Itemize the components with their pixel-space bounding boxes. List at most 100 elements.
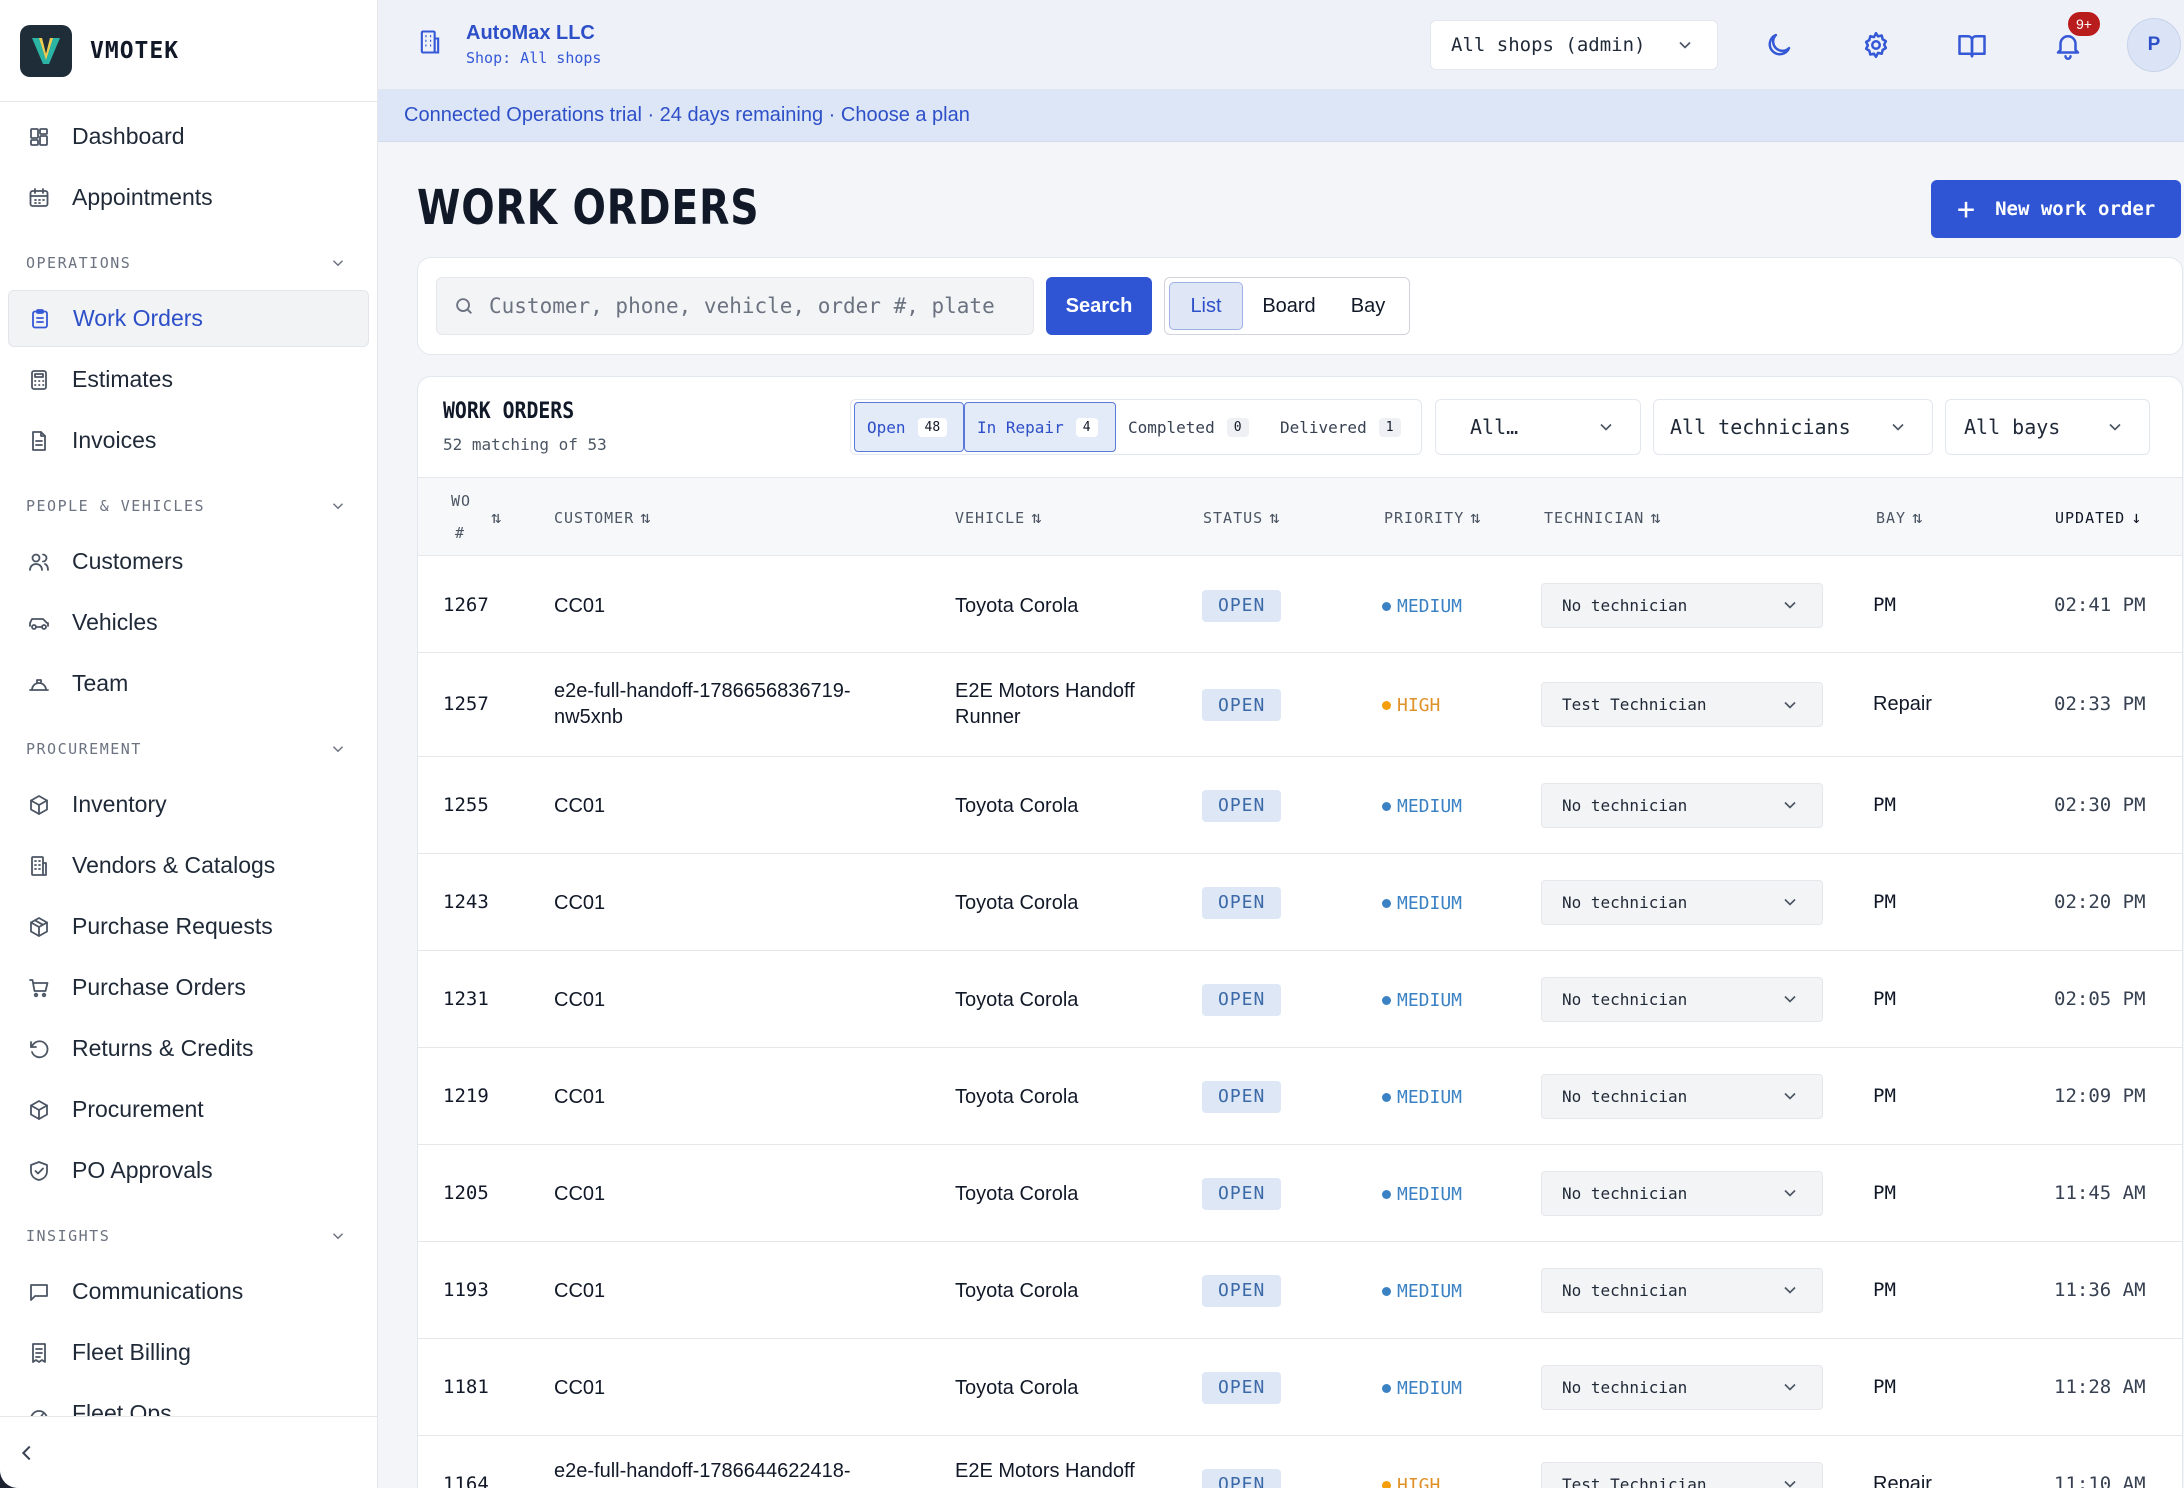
table-row[interactable]: 1255 CC01 Toyota Corola OPEN MEDIUM No t… xyxy=(418,757,2182,854)
wo-number[interactable]: 1257 xyxy=(443,693,489,715)
customer-name[interactable]: CC01 xyxy=(554,987,894,1013)
sidebar-item-vehicles[interactable]: Vehicles xyxy=(0,592,377,653)
column-technician[interactable]: TECHNICIAN ⇅ xyxy=(1544,508,1662,528)
sidebar-item-returns-and-credits[interactable]: Returns & Credits xyxy=(0,1018,377,1079)
status-tab-completed[interactable]: Completed 0 xyxy=(1116,402,1268,452)
vehicle-name[interactable]: Toyota Corola xyxy=(955,593,1165,619)
vehicle-name[interactable]: E2E Motors Handoff Runner xyxy=(955,678,1165,730)
wo-number[interactable]: 1193 xyxy=(443,1279,489,1301)
technician-filter-select[interactable]: All technicians xyxy=(1653,399,1933,455)
vehicle-name[interactable]: Toyota Corola xyxy=(955,987,1165,1013)
search-box[interactable] xyxy=(436,277,1034,335)
wo-number[interactable]: 1243 xyxy=(443,891,489,913)
dark-mode-toggle[interactable] xyxy=(1761,27,1797,63)
column-customer[interactable]: CUSTOMER ⇅ xyxy=(554,508,652,528)
column-updated[interactable]: UPDATED ↓ xyxy=(2055,508,2142,528)
customer-name[interactable]: CC01 xyxy=(554,1084,894,1110)
technician-select[interactable]: No technician xyxy=(1541,976,1823,1022)
wo-number[interactable]: 1219 xyxy=(443,1085,489,1107)
sidebar-item-invoices[interactable]: Invoices xyxy=(0,410,377,471)
table-row[interactable]: 1267 CC01 Toyota Corola OPEN MEDIUM No t… xyxy=(418,558,2182,653)
vehicle-name[interactable]: Toyota Corola xyxy=(955,890,1165,916)
sidebar-item-procurement[interactable]: Procurement xyxy=(0,1079,377,1140)
wo-number[interactable]: 1181 xyxy=(443,1376,489,1398)
vehicle-name[interactable]: Toyota Corola xyxy=(955,1181,1165,1207)
docs-button[interactable] xyxy=(1954,27,1990,63)
company-switcher[interactable]: AutoMax LLC Shop: All shops xyxy=(466,22,601,67)
table-row[interactable]: 1231 CC01 Toyota Corola OPEN MEDIUM No t… xyxy=(418,951,2182,1048)
wo-number[interactable]: 1231 xyxy=(443,988,489,1010)
customer-name[interactable]: e2e-full-handoff-1786656836719-nw5xnb xyxy=(554,678,894,730)
sidebar-item-po-approvals[interactable]: PO Approvals xyxy=(0,1140,377,1201)
table-row[interactable]: 1219 CC01 Toyota Corola OPEN MEDIUM No t… xyxy=(418,1048,2182,1145)
technician-select[interactable]: Test Technician xyxy=(1541,682,1823,727)
trial-banner[interactable]: Connected Operations trial · 24 days rem… xyxy=(378,90,2184,142)
status-tab-delivered[interactable]: Delivered 1 xyxy=(1268,402,1418,452)
column-status[interactable]: STATUS ⇅ xyxy=(1203,508,1280,528)
sidebar-item-communications[interactable]: Communications xyxy=(0,1261,377,1322)
technician-select[interactable]: Test Technician xyxy=(1541,1461,1823,1488)
customer-name[interactable]: CC01 xyxy=(554,793,894,819)
view-list-tab[interactable]: List xyxy=(1169,282,1243,330)
customer-name[interactable]: CC01 xyxy=(554,1181,894,1207)
sidebar-section-operations[interactable]: OPERATIONS xyxy=(0,238,377,288)
collapse-sidebar-button[interactable] xyxy=(0,1416,377,1488)
sidebar-item-team[interactable]: Team xyxy=(0,653,377,714)
sidebar-item-purchase-orders[interactable]: Purchase Orders xyxy=(0,957,377,1018)
table-row[interactable]: 1205 CC01 Toyota Corola OPEN MEDIUM No t… xyxy=(418,1145,2182,1242)
technician-select[interactable]: No technician xyxy=(1541,1364,1823,1410)
vehicle-name[interactable]: Toyota Corola xyxy=(955,793,1165,819)
wo-number[interactable]: 1255 xyxy=(443,794,489,816)
technician-select[interactable]: No technician xyxy=(1541,582,1823,628)
wo-number[interactable]: 1267 xyxy=(443,594,489,616)
sidebar-item-work-orders[interactable]: Work Orders xyxy=(8,290,369,347)
sidebar-item-estimates[interactable]: Estimates xyxy=(0,349,377,410)
vmotek-logo[interactable] xyxy=(20,24,72,77)
vehicle-name[interactable]: Toyota Corola xyxy=(955,1278,1165,1304)
status-tab-open[interactable]: Open 48 xyxy=(854,402,964,452)
column-wo[interactable]: WO # xyxy=(451,492,471,542)
sidebar-item-purchase-requests[interactable]: Purchase Requests xyxy=(0,896,377,957)
vehicle-name[interactable]: Toyota Corola xyxy=(955,1375,1165,1401)
vehicle-name[interactable]: E2E Motors Handoff xyxy=(955,1458,1165,1484)
priority-filter-select[interactable]: All… xyxy=(1435,399,1641,455)
user-avatar[interactable]: P xyxy=(2127,18,2181,72)
sidebar-item-appointments[interactable]: Appointments xyxy=(0,167,377,228)
customer-name[interactable]: CC01 xyxy=(554,890,894,916)
technician-select[interactable]: No technician xyxy=(1541,879,1823,925)
vehicle-name[interactable]: Toyota Corola xyxy=(955,1084,1165,1110)
shop-select[interactable]: All shops (admin) xyxy=(1430,20,1718,70)
customer-name[interactable]: CC01 xyxy=(554,593,894,619)
table-row[interactable]: 1193 CC01 Toyota Corola OPEN MEDIUM No t… xyxy=(418,1242,2182,1339)
sidebar-section-people-and-vehicles[interactable]: PEOPLE & VEHICLES xyxy=(0,481,377,531)
technician-select[interactable]: No technician xyxy=(1541,1267,1823,1313)
table-row[interactable]: 1181 CC01 Toyota Corola OPEN MEDIUM No t… xyxy=(418,1339,2182,1436)
table-row[interactable]: 1164 e2e-full-handoff-1786644622418- E2E… xyxy=(418,1436,2182,1488)
table-row[interactable]: 1243 CC01 Toyota Corola OPEN MEDIUM No t… xyxy=(418,854,2182,951)
customer-name[interactable]: CC01 xyxy=(554,1375,894,1401)
customer-name[interactable]: CC01 xyxy=(554,1278,894,1304)
column-vehicle[interactable]: VEHICLE ⇅ xyxy=(955,508,1042,528)
search-input[interactable] xyxy=(489,294,1029,318)
view-bay-tab[interactable]: Bay xyxy=(1335,282,1401,330)
settings-button[interactable] xyxy=(1858,27,1894,63)
new-work-order-button[interactable]: + New work order xyxy=(1931,180,2181,238)
technician-select[interactable]: No technician xyxy=(1541,782,1823,828)
table-row[interactable]: 1257 e2e-full-handoff-1786656836719-nw5x… xyxy=(418,653,2182,757)
wo-number[interactable]: 1164 xyxy=(443,1473,489,1488)
column-bay[interactable]: BAY ⇅ xyxy=(1876,508,1923,528)
sidebar-item-fleet-billing[interactable]: Fleet Billing xyxy=(0,1322,377,1383)
sidebar-item-dashboard[interactable]: Dashboard xyxy=(0,106,377,167)
technician-select[interactable]: No technician xyxy=(1541,1073,1823,1119)
sidebar-section-insights[interactable]: INSIGHTS xyxy=(0,1211,377,1261)
sort-icon[interactable]: ⇅ xyxy=(485,508,502,528)
column-priority[interactable]: PRIORITY ⇅ xyxy=(1384,508,1482,528)
customer-name[interactable]: e2e-full-handoff-1786644622418- xyxy=(554,1458,894,1484)
technician-select[interactable]: No technician xyxy=(1541,1170,1823,1216)
status-tab-in-repair[interactable]: In Repair 4 xyxy=(964,402,1116,452)
wo-number[interactable]: 1205 xyxy=(443,1182,489,1204)
sidebar-item-inventory[interactable]: Inventory xyxy=(0,774,377,835)
sidebar-item-customers[interactable]: Customers xyxy=(0,531,377,592)
view-board-tab[interactable]: Board xyxy=(1243,282,1335,330)
sidebar-section-procurement[interactable]: PROCUREMENT xyxy=(0,724,377,774)
